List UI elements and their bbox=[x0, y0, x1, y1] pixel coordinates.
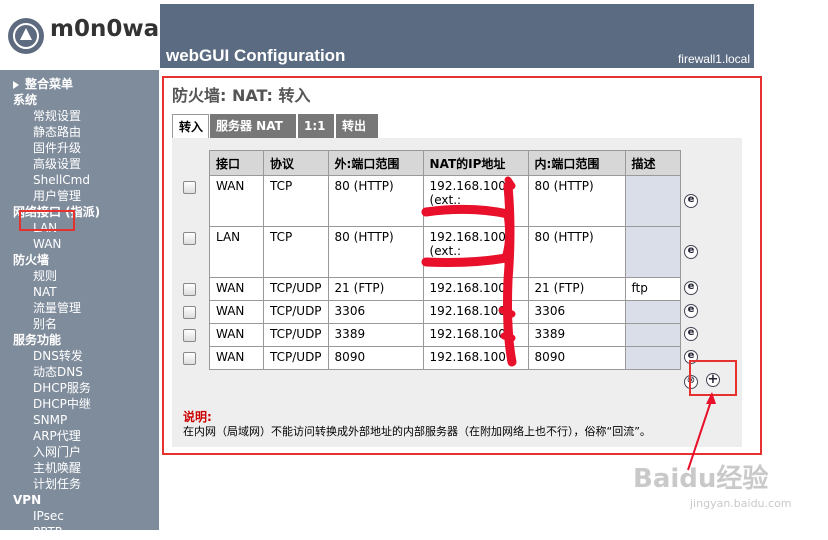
redaction-stroke bbox=[421, 181, 517, 367]
annotation-arrow-head bbox=[706, 392, 716, 404]
watermark-url: jingyan.baidu.com bbox=[690, 497, 792, 510]
annotation-overlay bbox=[421, 176, 716, 471]
note-text: 在内网（局域网）不能访问转换成外部地址的内部服务器（在附加网络上也不行），俗称“… bbox=[183, 425, 651, 438]
watermark-brand: Baidu经验 bbox=[633, 464, 769, 494]
